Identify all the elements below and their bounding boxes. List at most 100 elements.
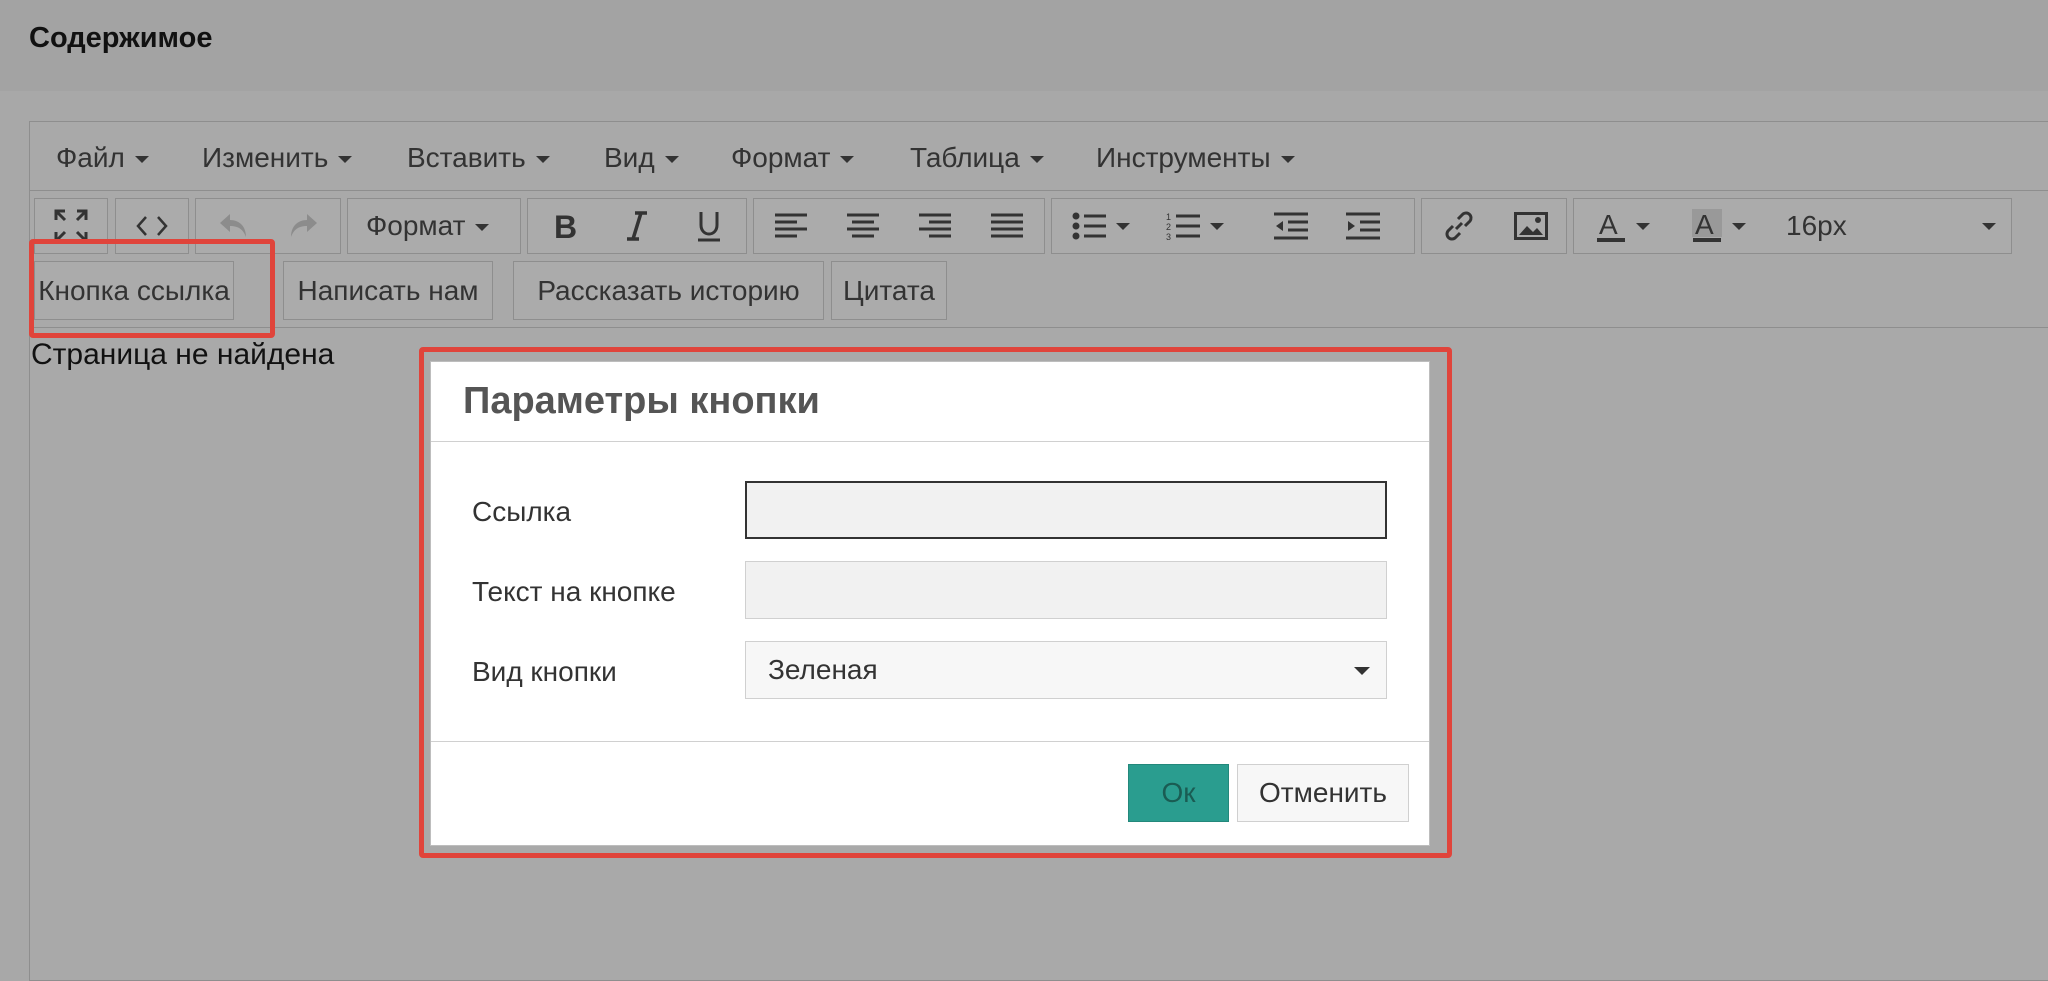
underline-button[interactable]	[676, 199, 742, 253]
svg-text:B: B	[554, 210, 577, 242]
fullscreen-icon	[54, 209, 88, 243]
dialog-footer: Ок Отменить	[431, 741, 1429, 845]
bullet-list-button[interactable]	[1056, 199, 1146, 253]
toolbar-group-text-style: B	[527, 198, 747, 254]
align-right-button[interactable]	[902, 199, 968, 253]
align-center-icon	[847, 213, 879, 238]
italic-button[interactable]	[604, 199, 670, 253]
menu-view[interactable]: Вид	[604, 141, 679, 175]
toolbar-group-alignment	[753, 198, 1045, 254]
menu-file[interactable]: Файл	[56, 141, 149, 175]
write-us-button-label: Написать нам	[297, 275, 479, 306]
link-button[interactable]	[1426, 199, 1492, 253]
background-color-button[interactable]: A	[1674, 199, 1764, 253]
toolbar-group-insert	[1421, 198, 1567, 254]
undo-icon	[220, 214, 246, 237]
page-header: Содержимое	[0, 0, 2048, 91]
dialog-title: Параметры кнопки	[463, 380, 820, 422]
chevron-down-icon	[1210, 222, 1224, 230]
chevron-down-icon	[535, 156, 550, 164]
align-justify-button[interactable]	[974, 199, 1040, 253]
italic-icon	[627, 211, 647, 241]
menu-format[interactable]: Формат	[731, 141, 855, 175]
button-text-input[interactable]	[745, 561, 1387, 619]
svg-text:2: 2	[1166, 222, 1171, 232]
menu-insert-label: Вставить	[407, 142, 526, 173]
tell-story-button-label: Рассказать историю	[537, 275, 800, 306]
button-style-value: Зеленая	[768, 654, 878, 685]
format-dropdown-label: Формат	[366, 210, 466, 241]
toolbar-group-color-size: A A 16px	[1573, 198, 2012, 254]
tell-story-button[interactable]: Рассказать историю	[513, 261, 824, 320]
chevron-down-icon	[1116, 222, 1130, 230]
chevron-down-icon	[1280, 156, 1295, 164]
menu-tools[interactable]: Инструменты	[1096, 141, 1295, 175]
button-style-field-label: Вид кнопки	[472, 656, 617, 687]
numbered-list-button[interactable]: 123	[1150, 199, 1240, 253]
menu-insert[interactable]: Вставить	[407, 141, 550, 175]
menu-edit-label: Изменить	[202, 142, 329, 173]
numbered-list-icon: 123	[1166, 212, 1200, 241]
quote-button-label: Цитата	[843, 275, 935, 306]
cancel-button[interactable]: Отменить	[1237, 764, 1409, 822]
image-button[interactable]	[1498, 199, 1564, 253]
chevron-down-icon	[1636, 222, 1650, 230]
toolbar-group-format: Формат	[347, 198, 521, 254]
source-code-button[interactable]	[119, 199, 185, 253]
source-code-icon	[136, 216, 168, 236]
chevron-down-icon	[664, 156, 679, 164]
align-center-button[interactable]	[830, 199, 896, 253]
text-color-icon: A	[1597, 209, 1625, 242]
button-text-field-label: Текст на кнопке	[472, 576, 676, 607]
chevron-down-icon	[1732, 222, 1746, 230]
align-right-icon	[919, 213, 951, 238]
menu-edit[interactable]: Изменить	[202, 141, 353, 175]
redo-button[interactable]	[270, 199, 336, 253]
redo-icon	[291, 214, 317, 237]
quote-button[interactable]: Цитата	[831, 261, 947, 320]
content-text: Страница не найдена	[31, 338, 335, 371]
chevron-down-icon	[134, 156, 149, 164]
ok-button[interactable]: Ок	[1128, 764, 1229, 822]
bullet-list-icon	[1072, 212, 1106, 240]
dialog-header: Параметры кнопки	[431, 362, 1429, 442]
chevron-down-icon	[475, 224, 490, 232]
menu-table[interactable]: Таблица	[910, 141, 1044, 175]
outdent-button[interactable]	[1258, 199, 1324, 253]
menu-format-label: Формат	[731, 142, 831, 173]
menu-table-label: Таблица	[910, 142, 1020, 173]
toolbar-group-fullscreen	[34, 198, 108, 254]
outdent-icon	[1274, 212, 1308, 240]
svg-text:A: A	[1695, 209, 1714, 240]
menu-tools-label: Инструменты	[1096, 142, 1271, 173]
font-size-value: 16px	[1786, 210, 1847, 241]
link-input[interactable]	[745, 481, 1387, 539]
chevron-down-icon	[1029, 156, 1044, 164]
undo-button[interactable]	[201, 199, 267, 253]
button-style-select[interactable]: Зеленая	[745, 641, 1387, 699]
text-color-button[interactable]: A	[1578, 199, 1668, 253]
chevron-down-icon	[1982, 223, 1996, 230]
toolbar-group-lists: 123	[1051, 198, 1415, 254]
font-size-dropdown[interactable]: 16px	[1786, 199, 1996, 253]
svg-text:3: 3	[1166, 232, 1171, 241]
link-button-insert[interactable]: Кнопка ссылка	[34, 261, 234, 320]
image-icon	[1514, 212, 1548, 240]
svg-text:A: A	[1599, 209, 1618, 240]
link-button-insert-label: Кнопка ссылка	[38, 275, 230, 306]
format-dropdown[interactable]: Формат	[366, 199, 490, 253]
fullscreen-button[interactable]	[38, 199, 104, 253]
button-settings-dialog: Параметры кнопки Ссылка Текст на кнопке …	[430, 361, 1430, 846]
menu-view-label: Вид	[604, 142, 655, 173]
link-icon	[1445, 211, 1473, 241]
write-us-button[interactable]: Написать нам	[283, 261, 493, 320]
toolbar-group-source	[115, 198, 189, 254]
chevron-down-icon	[1354, 667, 1370, 675]
bold-button[interactable]: B	[532, 199, 598, 253]
align-left-button[interactable]	[758, 199, 824, 253]
background-color-icon: A	[1692, 209, 1722, 242]
menu-file-label: Файл	[56, 142, 125, 173]
editor-menubar: Файл Изменить Вставить Вид Формат Таблиц…	[30, 122, 2048, 191]
svg-text:1: 1	[1166, 212, 1171, 222]
indent-button[interactable]	[1330, 199, 1396, 253]
